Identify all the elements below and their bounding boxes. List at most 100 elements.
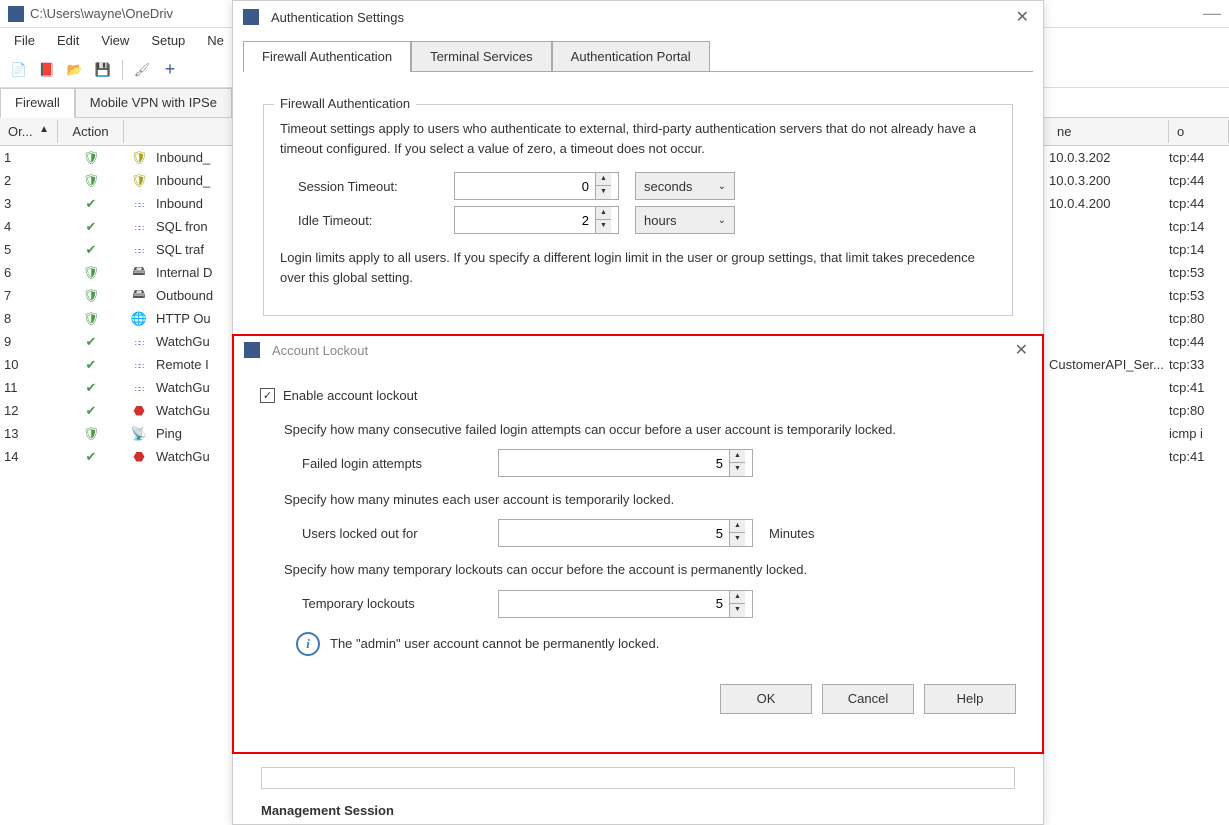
table-row-right: tcp:80 [1049,307,1229,330]
locked-duration-field[interactable] [499,526,729,541]
lockout-titlebar: Account Lockout ✕ [234,336,1042,364]
spinner-up-icon[interactable]: ▲ [596,207,611,220]
menu-file[interactable]: File [4,31,45,50]
table-row-right: tcp:53 [1049,284,1229,307]
close-icon[interactable]: ✕ [1012,7,1033,27]
table-row-right: icmp i [1049,422,1229,445]
cell-port: tcp:14 [1169,219,1229,234]
tab-firewall[interactable]: Firewall [0,88,75,118]
toolbar-separator [122,60,123,80]
cell-to: CustomerAPI_Ser... [1049,357,1169,372]
cell-order: 4 [0,219,58,234]
cell-port: tcp:44 [1169,150,1229,165]
info-icon: i [296,632,320,656]
spinner-up-icon[interactable]: ▲ [730,450,745,463]
col-to[interactable]: ne [1049,120,1169,143]
cell-port: tcp:53 [1169,265,1229,280]
locked-duration-label: Users locked out for [302,526,482,541]
spinner-down-icon[interactable]: ▼ [730,604,745,617]
toolbar-folder-icon[interactable]: 📂 [64,59,86,81]
cell-action-icon: ✔ [58,334,124,350]
failed-attempts-field[interactable] [499,456,729,471]
cell-order: 12 [0,403,58,418]
col-port[interactable]: o [1169,120,1229,143]
cell-order: 11 [0,380,58,395]
spinner-down-icon[interactable]: ▼ [596,220,611,233]
cell-order: 10 [0,357,58,372]
session-timeout-input[interactable]: ▲▼ [454,172,619,200]
cell-action-icon: 🛡 [58,265,124,281]
tab-auth-portal[interactable]: Authentication Portal [552,41,710,71]
failed-attempts-description: Specify how many consecutive failed logi… [284,421,1016,439]
cell-action-icon: 🛡 [58,288,124,304]
failed-attempts-input[interactable]: ▲▼ [498,449,753,477]
menu-edit[interactable]: Edit [47,31,89,50]
table-row-right: tcp:14 [1049,215,1229,238]
cell-type-icon: ∷∷ [124,242,154,257]
toolbar-brush-icon[interactable]: 🖌 [131,59,153,81]
cell-type-icon: ∷∷ [124,219,154,234]
close-icon[interactable]: ✕ [1011,340,1032,360]
spinner-down-icon[interactable]: ▼ [730,463,745,476]
idle-timeout-spinner[interactable]: ▲▼ [595,207,611,233]
temp-lockouts-field[interactable] [499,596,729,611]
tab-mobile-vpn[interactable]: Mobile VPN with IPSe [75,88,232,117]
failed-attempts-label: Failed login attempts [302,456,482,471]
cell-type-icon: ⬣ [124,403,154,419]
tab-terminal-services[interactable]: Terminal Services [411,41,552,71]
ok-button[interactable]: OK [720,684,812,714]
failed-attempts-spinner[interactable]: ▲▼ [729,450,745,476]
temp-lockouts-spinner[interactable]: ▲▼ [729,591,745,617]
cell-port: tcp:44 [1169,173,1229,188]
sort-icon[interactable]: ▲ [39,124,49,139]
session-timeout-label: Session Timeout: [298,179,438,194]
idle-timeout-input[interactable]: ▲▼ [454,206,619,234]
session-timeout-field[interactable] [455,179,595,194]
toolbar-open-icon[interactable]: 📕 [36,59,58,81]
spinner-up-icon[interactable]: ▲ [596,173,611,186]
idle-timeout-field[interactable] [455,213,595,228]
cell-port: tcp:80 [1169,311,1229,326]
menu-setup[interactable]: Setup [141,31,195,50]
spinner-down-icon[interactable]: ▼ [596,186,611,199]
toolbar-save-icon[interactable]: 💾 [92,59,114,81]
session-timeout-spinner[interactable]: ▲▼ [595,173,611,199]
toolbar-new-icon[interactable]: 📄 [8,59,30,81]
account-lockout-dialog: Account Lockout ✕ ✓ Enable account locko… [232,334,1044,754]
tab-firewall-auth[interactable]: Firewall Authentication [243,41,411,72]
table-row-right: tcp:44 [1049,330,1229,353]
spinner-down-icon[interactable]: ▼ [730,533,745,546]
admin-note: The "admin" user account cannot be perma… [330,636,659,651]
table-row-right: tcp:53 [1049,261,1229,284]
menu-view[interactable]: View [91,31,139,50]
locked-duration-input[interactable]: ▲▼ [498,519,753,547]
table-row-right: tcp:41 [1049,376,1229,399]
cancel-button[interactable]: Cancel [822,684,914,714]
lockout-title: Account Lockout [272,343,368,358]
menu-network[interactable]: Ne [197,31,234,50]
cell-type-icon: 🛡 [124,173,154,189]
auth-dialog-tabs: Firewall Authentication Terminal Service… [243,41,1033,72]
minimize-icon[interactable]: — [1203,3,1221,24]
temp-lockouts-description: Specify how many temporary lockouts can … [284,561,1016,579]
cell-port: tcp:33 [1169,357,1229,372]
cell-type-icon: 🖴 [124,262,154,284]
cell-action-icon: ✔ [58,403,124,419]
dialog-icon [244,342,260,358]
session-timeout-unit-select[interactable]: seconds ⌄ [635,172,735,200]
help-button[interactable]: Help [924,684,1016,714]
toolbar-plus-icon[interactable]: + [159,59,181,81]
col-action[interactable]: Action [58,120,124,143]
col-order[interactable]: Or... [8,124,33,139]
idle-timeout-unit-select[interactable]: hours ⌄ [635,206,735,234]
cell-order: 5 [0,242,58,257]
enable-lockout-checkbox[interactable]: ✓ [260,388,275,403]
spinner-up-icon[interactable]: ▲ [730,520,745,533]
spinner-up-icon[interactable]: ▲ [730,591,745,604]
enable-lockout-label: Enable account lockout [283,388,417,403]
locked-duration-spinner[interactable]: ▲▼ [729,520,745,546]
cell-type-icon: 🖴 [124,285,154,307]
table-row-right: tcp:80 [1049,399,1229,422]
right-columns: ne o 10.0.3.202tcp:4410.0.3.200tcp:4410.… [1049,118,1229,468]
temp-lockouts-input[interactable]: ▲▼ [498,590,753,618]
